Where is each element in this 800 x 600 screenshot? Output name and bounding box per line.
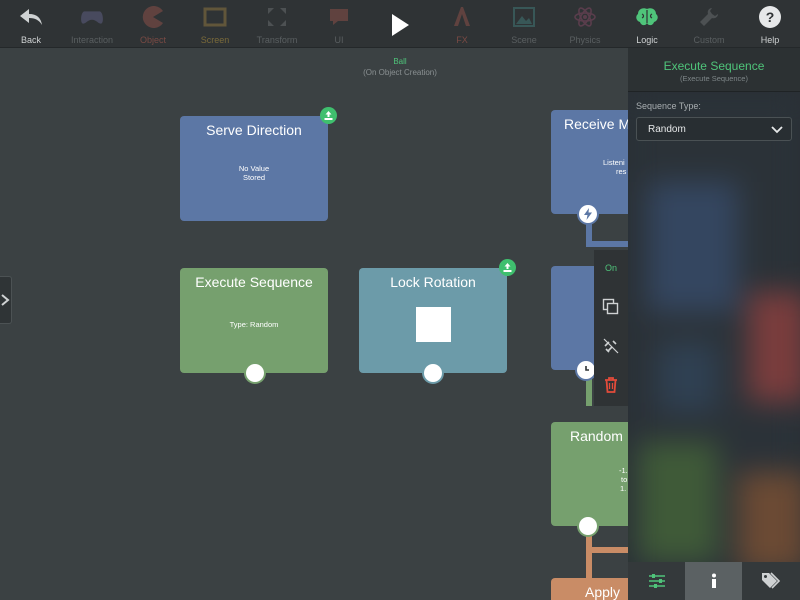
unlink-icon[interactable] [601, 336, 621, 356]
toggle-on-button[interactable]: On [594, 263, 628, 273]
block-value: Type: Random [229, 320, 279, 329]
block-lock-rotation[interactable]: Lock Rotation [359, 268, 507, 373]
block-value-line2: res [616, 167, 627, 176]
block-value-line2: to [621, 475, 628, 484]
checkbox-toggle[interactable] [416, 307, 451, 342]
tab-settings[interactable] [628, 562, 685, 600]
block-value-line3: 1. [620, 484, 627, 493]
block-timer[interactable] [551, 266, 594, 370]
block-execute-sequence[interactable]: Execute Sequence Type: Random [180, 268, 328, 373]
block-context-menu: On [594, 250, 628, 406]
sliders-icon [648, 574, 665, 588]
chevron-down-icon [771, 126, 783, 134]
block-title: Receive M [564, 116, 631, 132]
sequence-type-label: Sequence Type: [636, 101, 701, 111]
output-port-knob[interactable] [246, 364, 264, 382]
tags-icon [761, 572, 780, 589]
output-port-knob[interactable] [424, 364, 442, 382]
sequence-type-select[interactable]: Random [636, 117, 792, 141]
output-port-knob[interactable] [579, 517, 597, 535]
block-serve-direction[interactable]: Serve Direction No Value Stored [180, 116, 328, 221]
block-value-line2: Stored [242, 173, 266, 182]
panel-header: Execute Sequence (Execute Sequence) [628, 48, 800, 92]
upload-badge-icon[interactable] [499, 259, 516, 276]
block-value-line1: -1. [619, 466, 628, 475]
panel-subtitle: (Execute Sequence) [680, 74, 748, 83]
panel-tab-bar [628, 562, 800, 600]
trash-icon[interactable] [601, 375, 621, 395]
block-value-line1: No Value [238, 164, 270, 173]
block-title: Lock Rotation [390, 274, 476, 290]
block-receive-message[interactable]: Receive M Listeni res [551, 110, 631, 214]
tab-tags[interactable] [742, 562, 799, 600]
panel-title: Execute Sequence [663, 59, 765, 73]
block-random[interactable]: Random -1. to 1. [551, 422, 628, 526]
sequence-type-value: Random [648, 124, 686, 135]
info-icon [711, 573, 716, 588]
block-value-line1: Listeni [603, 158, 625, 167]
inspector-panel: Execute Sequence (Execute Sequence) Sequ… [628, 48, 800, 600]
panel-blurred-background [628, 92, 800, 600]
block-apply[interactable]: Apply [551, 578, 628, 600]
block-title: Apply [585, 584, 621, 600]
upload-badge-icon[interactable] [320, 107, 337, 124]
block-title: Random [570, 428, 623, 444]
lightning-port-icon[interactable] [579, 205, 597, 223]
tab-info[interactable] [685, 562, 742, 600]
block-title: Execute Sequence [195, 274, 313, 290]
clock-port-icon[interactable] [577, 361, 595, 379]
block-title: Serve Direction [206, 122, 302, 138]
copy-icon[interactable] [601, 297, 621, 317]
